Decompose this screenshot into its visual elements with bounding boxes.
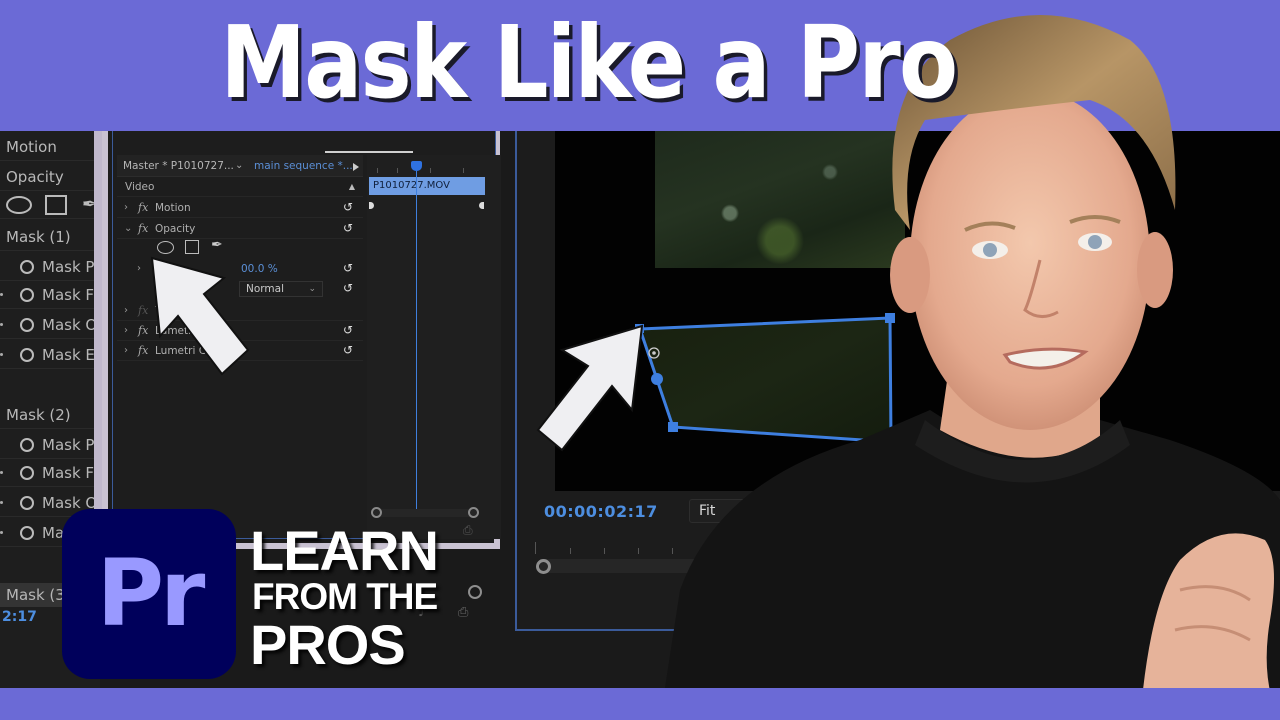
collapse-up-icon[interactable]: ▲ <box>349 177 355 197</box>
stopwatch-icon[interactable] <box>20 260 34 274</box>
chevron-right-icon[interactable]: › <box>124 321 128 341</box>
master-clip-label[interactable]: Master * P1010727... <box>123 155 234 177</box>
lp-row-mask-path[interactable]: Mask P <box>0 431 100 459</box>
row-label: Mask P <box>42 258 95 276</box>
ruler-tick <box>463 168 464 173</box>
chevron-right-icon[interactable]: › <box>124 198 128 218</box>
ec-zoom-scrollbar[interactable] <box>371 507 479 518</box>
keyframe-dot <box>0 323 3 326</box>
row-label: Opacity <box>6 168 64 186</box>
stopwatch-icon[interactable] <box>20 466 34 480</box>
row-label: Mask P <box>42 436 95 454</box>
reset-icon[interactable]: ↺ <box>343 201 355 213</box>
lp-row-mask-feather[interactable]: Mask F <box>0 459 100 487</box>
ec-row-opacity[interactable]: ⌄ fx Opacity ↺ <box>117 219 363 239</box>
active-tab-underline <box>325 151 413 153</box>
annotation-arrow-mask-tools <box>150 256 250 376</box>
lp-row-mask-feather[interactable]: Mask F <box>0 281 100 309</box>
reset-icon[interactable]: ↺ <box>343 262 355 274</box>
stopwatch-icon[interactable] <box>20 526 34 540</box>
ruler-tick <box>604 548 605 554</box>
stopwatch-icon[interactable] <box>20 348 34 362</box>
lp-row-mask-path[interactable]: Mask P <box>0 253 100 281</box>
stopwatch-icon[interactable] <box>20 438 34 452</box>
playhead-handle[interactable] <box>411 161 422 171</box>
thumbnail-title: Mask Like a Pro <box>220 4 958 121</box>
stopwatch-icon[interactable] <box>20 496 34 510</box>
reset-icon[interactable]: ↺ <box>343 282 355 294</box>
chevron-down-icon[interactable]: ⌄ <box>235 155 243 177</box>
face <box>910 90 1150 430</box>
ruler-tick <box>377 168 378 173</box>
effect-label: Opacity <box>155 223 196 235</box>
keyframe-dot <box>0 471 3 474</box>
ellipse-mask-icon[interactable] <box>6 196 32 214</box>
scroll-handle[interactable] <box>536 559 551 574</box>
lp-row-mask-expansion[interactable]: Mask E <box>0 341 100 369</box>
keyframe-dot <box>0 353 3 356</box>
reset-icon[interactable]: ↺ <box>343 344 355 356</box>
left-timecode: 2:17 <box>2 609 37 625</box>
ruler-tick <box>430 168 431 173</box>
keyframe-dot <box>0 501 3 504</box>
row-label: Mask O <box>42 316 98 334</box>
bottom-banner <box>0 688 1280 720</box>
effect-label: Motion <box>155 202 191 214</box>
keyframe-dot <box>0 531 3 534</box>
chevron-down-icon[interactable]: ⌄ <box>124 219 132 239</box>
scroll-handle[interactable] <box>468 585 482 599</box>
reset-icon[interactable]: ↺ <box>343 222 355 234</box>
sequence-clip-label[interactable]: main sequence *... <box>254 155 353 177</box>
lp-row-mask-2[interactable]: Mask (2) <box>0 401 100 429</box>
keyframe-out[interactable] <box>479 202 484 209</box>
rectangle-mask-icon[interactable] <box>45 195 67 215</box>
row-label: Mask F <box>42 286 95 304</box>
ec-header: Master * P1010727... ⌄ main sequence *..… <box>117 155 363 177</box>
iris-right <box>1088 235 1102 249</box>
row-label: Mask (1) <box>6 228 71 246</box>
ruler-tick <box>397 168 398 173</box>
fx-icon[interactable]: fx <box>138 198 148 218</box>
ear-left <box>890 237 930 313</box>
play-icon[interactable] <box>353 163 359 171</box>
row-label: Ma <box>42 524 65 542</box>
fx-icon[interactable]: fx <box>138 219 148 239</box>
lp-row-mask-opacity[interactable]: Mask O <box>0 311 100 339</box>
clip-bar[interactable]: P1010727.MOV <box>369 177 485 195</box>
lp-row-mask-1[interactable]: Mask (1) <box>0 223 100 251</box>
lp-row-opacity[interactable]: Opacity <box>0 163 100 191</box>
premiere-pro-logo-text: Pr <box>96 540 206 647</box>
playhead-line <box>416 167 417 511</box>
chevron-down-icon: ⌄ <box>308 284 316 294</box>
row-label: Mask E <box>42 346 95 364</box>
series-label-line-1: LEARN <box>250 519 439 582</box>
series-label-line-3: PROS <box>250 613 406 676</box>
lp-mask-shape-tools: ✒ <box>0 191 100 219</box>
scroll-handle-left[interactable] <box>371 507 382 518</box>
export-frame-icon[interactable]: ⎙ <box>458 605 468 620</box>
chevron-right-icon[interactable]: › <box>124 341 128 361</box>
iris-left <box>983 243 997 257</box>
scroll-handle-right[interactable] <box>468 507 479 518</box>
ear-right <box>1137 232 1173 308</box>
lp-row-motion[interactable]: Motion <box>0 133 100 161</box>
stopwatch-icon[interactable] <box>20 288 34 302</box>
row-label: Mask (2) <box>6 406 71 424</box>
ruler-tick <box>638 548 639 554</box>
export-frame-icon[interactable]: ⎙ <box>463 523 473 538</box>
lp-row-mask-3[interactable]: Mask (3 <box>0 583 62 607</box>
keyframe-in[interactable] <box>369 202 374 209</box>
stopwatch-icon[interactable] <box>20 318 34 332</box>
section-label: Video <box>125 181 155 193</box>
ec-mini-timeline[interactable]: P1010727.MOV ⎙ <box>367 155 501 539</box>
chevron-right-icon[interactable]: › <box>124 301 128 321</box>
ruler-tick <box>570 548 571 554</box>
ruler-tick <box>535 542 536 554</box>
ec-row-motion[interactable]: › fx Motion ↺ <box>117 198 363 218</box>
row-label: Mask F <box>42 464 95 482</box>
reset-icon[interactable]: ↺ <box>343 324 355 336</box>
row-label: Motion <box>6 138 57 156</box>
keyframe-dot <box>0 293 3 296</box>
ec-section-video: Video ▲ <box>117 177 363 197</box>
